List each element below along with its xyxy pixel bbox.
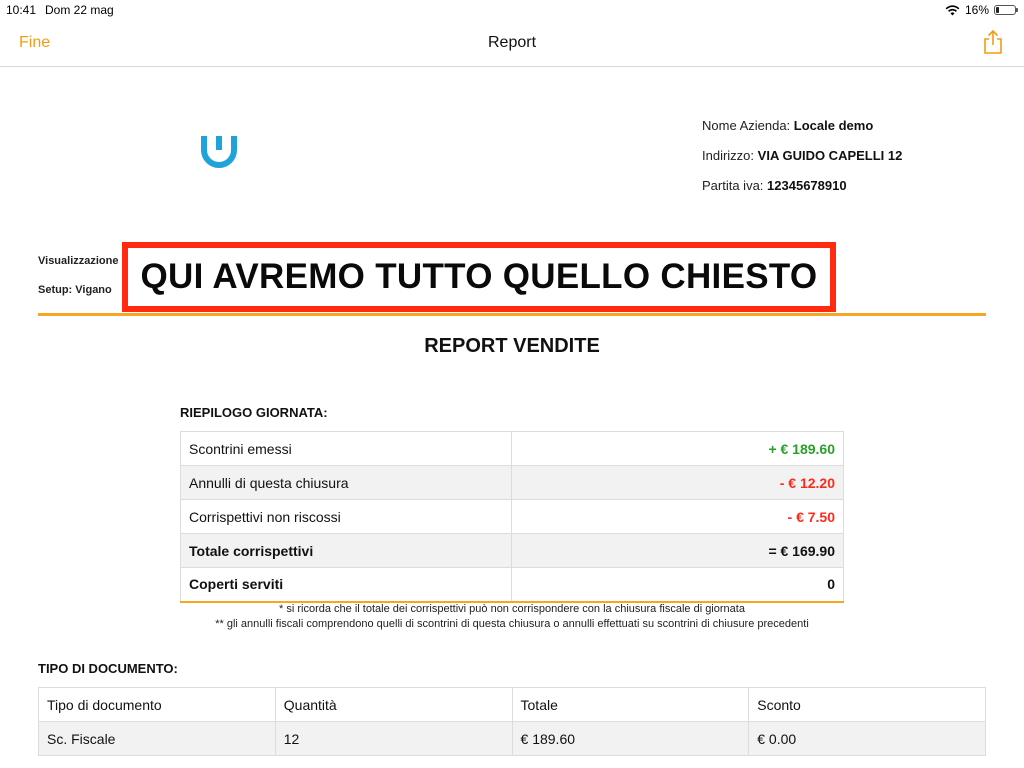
documents-heading: TIPO DI DOCUMENTO: (38, 661, 178, 676)
navigation-bar: Fine Report (0, 20, 1024, 67)
status-bar: 10:41 Dom 22 mag 16% (0, 0, 1024, 20)
summary-row-label: Annulli di questa chiusura (180, 465, 512, 500)
summary-row-value: - € 7.50 (511, 499, 844, 534)
company-vat-value: 12345678910 (767, 178, 847, 193)
page-title: Report (487, 34, 537, 51)
column-header: Totale (511, 687, 750, 722)
summary-row-value: 0 (511, 567, 844, 603)
company-address-value: VIA GUIDO CAPELLI 12 (757, 148, 903, 163)
column-header: Sconto (748, 687, 986, 722)
summary-note-2: ** gli annulli fiscali comprendono quell… (215, 618, 809, 630)
report-title: REPORT VENDITE (424, 335, 600, 357)
company-address-label: Indirizzo: (702, 148, 755, 163)
table-row: Annulli di questa chiusura - € 12.20 (180, 465, 844, 500)
table-row: Sc. Fiscale 12 € 189.60 € 0.00 (38, 721, 986, 756)
table-header-row: Tipo di documento Quantità Totale Sconto (38, 687, 986, 722)
highlight-text: QUI AVREMO TUTTO QUELLO CHIESTO (140, 257, 818, 296)
status-time: 10:41 (6, 3, 37, 17)
summary-row-value: = € 169.90 (511, 533, 844, 568)
summary-heading: RIEPILOGO GIORNATA: (180, 405, 328, 420)
summary-row-value: - € 12.20 (511, 465, 844, 500)
company-name-line: Nome Azienda: Locale demo (702, 118, 902, 148)
status-date: Dom 22 mag (45, 3, 114, 17)
wifi-icon (945, 4, 960, 15)
table-cell: 12 (274, 721, 513, 756)
summary-table: Scontrini emessi + € 189.60 Annulli di q… (180, 431, 844, 603)
company-vat-label: Partita iva: (702, 178, 764, 193)
company-name-label: Nome Azienda: (702, 118, 791, 133)
summary-row-label: Scontrini emessi (180, 431, 512, 466)
visualizzazione-label: Visualizzazione (38, 255, 119, 267)
share-icon[interactable] (982, 29, 1004, 55)
battery-icon (994, 5, 1018, 15)
table-cell: € 189.60 (511, 721, 750, 756)
table-cell: Sc. Fiscale (38, 721, 276, 756)
table-row: Totale corrispettivi = € 169.90 (180, 533, 844, 568)
column-header: Tipo di documento (38, 687, 276, 722)
summary-row-label: Coperti serviti (180, 567, 512, 603)
table-row: Coperti serviti 0 (180, 567, 844, 603)
documents-table: Tipo di documento Quantità Totale Sconto… (38, 687, 986, 756)
table-row: Scontrini emessi + € 189.60 (180, 431, 844, 466)
company-name-value: Locale demo (793, 118, 874, 133)
summary-note-1: * si ricorda che il totale dei corrispet… (279, 603, 745, 615)
setup-label: Setup: Vigano (38, 284, 112, 296)
highlight-annotation: QUI AVREMO TUTTO QUELLO CHIESTO (122, 242, 836, 312)
section-divider (38, 313, 986, 316)
battery-level (996, 7, 999, 13)
company-vat-line: Partita iva: 12345678910 (702, 178, 902, 208)
summary-row-value: + € 189.60 (511, 431, 844, 466)
summary-row-label: Totale corrispettivi (180, 533, 512, 568)
table-cell: € 0.00 (748, 721, 986, 756)
brand-logo (201, 136, 237, 168)
table-row: Corrispettivi non riscossi - € 7.50 (180, 499, 844, 534)
summary-row-label: Corrispettivi non riscossi (180, 499, 512, 534)
company-address-line: Indirizzo: VIA GUIDO CAPELLI 12 (702, 148, 902, 178)
column-header: Quantità (274, 687, 513, 722)
status-indicators: 16% (945, 3, 1018, 17)
company-info: Nome Azienda: Locale demo Indirizzo: VIA… (702, 118, 902, 208)
battery-percent: 16% (964, 3, 989, 17)
